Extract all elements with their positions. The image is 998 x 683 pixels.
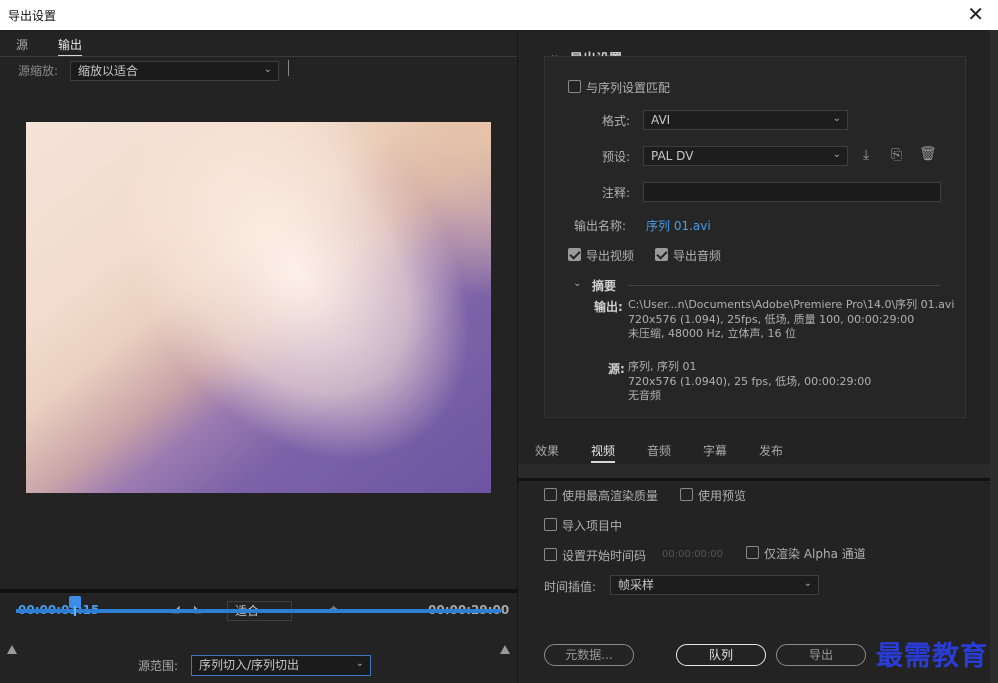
chevron-down-icon: ⌄	[832, 149, 841, 160]
export-audio-label: 导出音频	[673, 249, 722, 263]
summary-output-label: 输出:	[594, 300, 623, 314]
use-preview-checkbox[interactable]	[680, 488, 693, 501]
output-name-link[interactable]: 序列 01.avi	[646, 217, 711, 234]
summary-output-line: 720x576 (1.094), 25fps, 低场, 质量 100, 00:0…	[628, 313, 915, 326]
summary-title: 摘要	[592, 279, 617, 293]
summary-output-line: C:\User...n\Documents\Adobe\Premiere Pro…	[628, 298, 955, 311]
divider	[0, 56, 517, 57]
export-audio-checkbox[interactable]	[655, 248, 668, 261]
set-start-timecode-label: 设置开始时间码	[562, 549, 647, 563]
preview-corner	[331, 122, 491, 302]
tab-video[interactable]: 视频	[591, 442, 616, 463]
time-interpolation-value: 帧采样	[618, 578, 655, 592]
queue-button[interactable]: 队列	[676, 644, 766, 666]
comment-input[interactable]	[643, 182, 941, 202]
export-button[interactable]: 导出	[776, 644, 866, 666]
range-end-handle[interactable]	[500, 645, 510, 654]
time-interpolation-dropdown[interactable]: 帧采样 ⌄	[610, 575, 819, 595]
source-range-value: 序列切入/序列切出	[199, 658, 300, 672]
comment-label: 注释:	[602, 186, 631, 200]
divider	[288, 60, 289, 76]
chevron-down-icon: ⌄	[355, 658, 364, 669]
use-preview-label: 使用预览	[698, 489, 747, 503]
watermark-logo: 最需教育	[876, 641, 988, 672]
chevron-down-icon: ⌄	[803, 578, 812, 589]
window-title: 导出设置	[8, 9, 57, 23]
import-preset-icon[interactable]: ⎘	[891, 147, 902, 163]
match-sequence-label: 与序列设置匹配	[586, 81, 671, 95]
format-label: 格式:	[602, 114, 631, 128]
tab-audio[interactable]: 音频	[647, 442, 671, 459]
alpha-only-label: 仅渲染 Alpha 通道	[764, 547, 866, 561]
source-zoom-value: 缩放以适合	[78, 64, 139, 78]
time-interpolation-label: 时间插值:	[544, 580, 597, 594]
tab-publish[interactable]: 发布	[759, 442, 783, 459]
format-dropdown[interactable]: AVI ⌄	[643, 110, 848, 130]
timeline-track[interactable]	[16, 609, 501, 613]
import-project-checkbox[interactable]	[544, 518, 557, 531]
preset-dropdown[interactable]: PAL DV ⌄	[643, 146, 848, 166]
summary-source-line: 无音频	[628, 389, 661, 402]
import-project-label: 导入项目中	[562, 519, 623, 533]
range-start-handle[interactable]	[7, 645, 17, 654]
tab-output[interactable]: 输出	[58, 36, 83, 57]
max-render-quality-checkbox[interactable]	[544, 488, 557, 501]
summary-source-line: 720x576 (1.0940), 25 fps, 低场, 00:00:29:0…	[628, 375, 872, 388]
divider	[0, 589, 517, 593]
max-render-quality-label: 使用最高渲染质量	[562, 489, 659, 503]
source-range-dropdown[interactable]: 序列切入/序列切出 ⌄	[191, 655, 371, 676]
tab-strip	[518, 464, 990, 478]
chevron-down-icon: ⌄	[263, 64, 272, 75]
export-video-label: 导出视频	[586, 249, 635, 263]
summary-source-line: 序列, 序列 01	[628, 360, 697, 373]
playhead-line	[74, 606, 76, 616]
source-zoom-label: 源缩放:	[18, 64, 59, 78]
preset-label: 预设:	[602, 150, 631, 164]
video-preview	[26, 122, 491, 493]
metadata-button[interactable]: 元数据...	[544, 644, 634, 666]
close-icon[interactable]: ✕	[967, 3, 984, 25]
tab-captions[interactable]: 字幕	[703, 442, 727, 459]
summary-output-line: 未压缩, 48000 Hz, 立体声, 16 位	[628, 327, 797, 340]
divider	[518, 478, 990, 481]
start-timecode-value: 00:00:00:00	[662, 549, 724, 560]
divider	[628, 285, 940, 286]
match-sequence-checkbox[interactable]	[568, 80, 581, 93]
preset-value: PAL DV	[651, 149, 694, 163]
set-start-timecode-checkbox[interactable]	[544, 548, 557, 561]
format-value: AVI	[651, 113, 671, 127]
settings-panel: ⌄ 导出设置 与序列设置匹配 格式: AVI ⌄ 预设: PAL DV ⌄ ⤓ …	[518, 30, 990, 683]
scrollbar[interactable]	[990, 30, 998, 683]
title-bar: 导出设置 ✕	[0, 0, 998, 30]
source-zoom-dropdown[interactable]: 缩放以适合 ⌄	[70, 61, 279, 81]
alpha-only-checkbox[interactable]	[746, 546, 759, 559]
chevron-down-icon[interactable]: ⌄	[573, 278, 581, 289]
save-preset-icon[interactable]: ⤓	[863, 147, 869, 163]
source-range-label: 源范围:	[138, 659, 179, 673]
output-name-label: 输出名称:	[574, 219, 627, 233]
tab-source[interactable]: 源	[16, 36, 28, 53]
tab-effects[interactable]: 效果	[535, 442, 559, 459]
summary-source-label: 源:	[608, 362, 625, 376]
delete-preset-icon[interactable]: 🗑	[919, 146, 937, 162]
export-video-checkbox[interactable]	[568, 248, 581, 261]
chevron-down-icon: ⌄	[832, 113, 841, 124]
